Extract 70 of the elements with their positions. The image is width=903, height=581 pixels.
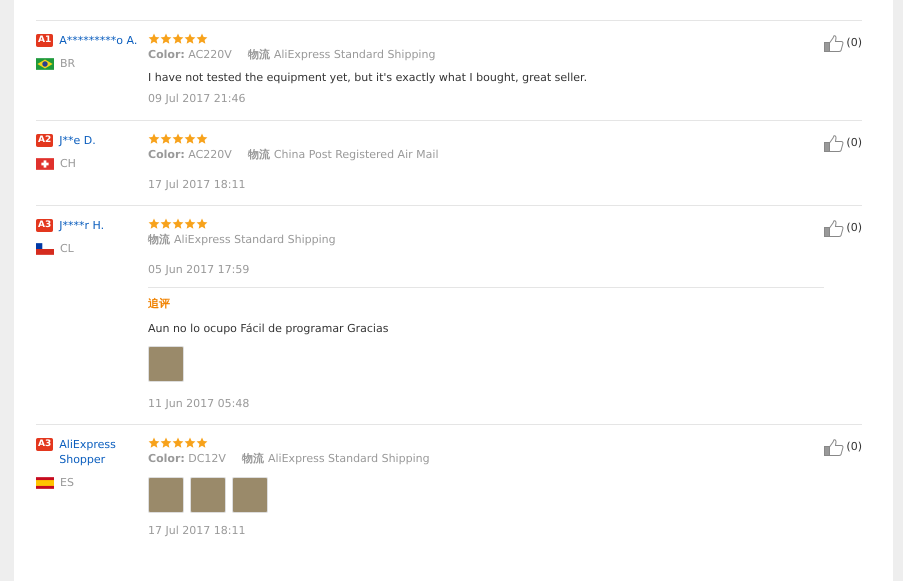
- like-count: (0): [846, 35, 862, 52]
- shipping-method: China Post Registered Air Mail: [274, 148, 438, 161]
- star-icon: [160, 132, 172, 145]
- country-code: CL: [60, 241, 74, 258]
- followup-title: 追评: [148, 296, 171, 312]
- thumbs-up-icon[interactable]: [824, 439, 844, 456]
- reviewer-name[interactable]: AliExpress Shopper: [59, 437, 148, 468]
- like-count: (0): [846, 134, 862, 151]
- star-icon: [184, 132, 196, 145]
- flag-icon: [36, 58, 54, 70]
- thumbs-up-icon[interactable]: [824, 220, 844, 238]
- shipping-label: 物流: [248, 148, 270, 161]
- reviewer-name[interactable]: A*********o A.: [59, 33, 138, 48]
- review-date: 17 Jul 2017 18:11: [148, 522, 246, 539]
- color-label: Color:: [148, 48, 185, 62]
- star-icon: [160, 218, 172, 230]
- color-label: Color:: [148, 148, 185, 161]
- photo-placeholder[interactable]: [190, 477, 226, 514]
- photo-placeholder[interactable]: [148, 346, 184, 382]
- star-icon: [184, 33, 196, 46]
- like-count: (0): [846, 439, 862, 456]
- star-icon: [172, 437, 184, 450]
- shipping-label: 物流: [148, 233, 170, 246]
- star-icon: [196, 437, 208, 450]
- level-badge: A1: [36, 34, 54, 47]
- flag-icon: [36, 158, 54, 170]
- shipping-method: AliExpress Standard Shipping: [274, 48, 436, 62]
- review-date: 05 Jun 2017 17:59: [148, 262, 250, 278]
- shipping-label: 物流: [242, 452, 264, 466]
- review-text: I have not tested the equipment yet, but it's exactly what I bought, great seller.: [148, 70, 588, 86]
- flag-icon: [36, 477, 54, 490]
- review-date: 17 Jul 2017 18:11: [148, 176, 246, 193]
- reviewer-name[interactable]: J**e D.: [59, 132, 96, 148]
- color-value: AC220V: [188, 148, 232, 161]
- star-icon: [160, 33, 172, 46]
- star-icon: [196, 132, 208, 145]
- star-icon: [184, 218, 196, 230]
- star-icon: [172, 218, 184, 230]
- review-date: 11 Jun 2017 05:48: [148, 396, 250, 412]
- star-icon: [148, 437, 160, 450]
- star-icon: [148, 132, 160, 145]
- star-icon: [160, 437, 172, 450]
- thumbs-up-icon[interactable]: [824, 35, 844, 52]
- shipping-method: AliExpress Standard Shipping: [268, 452, 430, 466]
- photo-placeholder[interactable]: [148, 477, 184, 514]
- photo-placeholder[interactable]: [232, 477, 268, 514]
- star-icon: [196, 33, 208, 46]
- review-text: Aun no lo ocupo Fácil de programar Gracias: [148, 321, 390, 338]
- level-badge: A2: [36, 134, 54, 147]
- color-value: AC220V: [188, 48, 232, 62]
- review-date: 09 Jul 2017 21:46: [148, 91, 246, 108]
- star-icon: [184, 437, 196, 450]
- like-count: (0): [846, 220, 862, 236]
- shipping-method: AliExpress Standard Shipping: [174, 233, 336, 246]
- level-badge: A3: [36, 438, 54, 452]
- country-code: BR: [60, 56, 76, 72]
- flag-icon: [36, 243, 54, 256]
- shipping-label: 物流: [248, 48, 270, 62]
- star-icon: [196, 218, 208, 230]
- star-icon: [172, 132, 184, 145]
- star-icon: [148, 218, 160, 230]
- level-badge: A3: [36, 219, 54, 232]
- star-icon: [172, 33, 184, 46]
- color-value: DC12V: [188, 452, 226, 466]
- reviewer-name[interactable]: J****r H.: [59, 218, 104, 234]
- country-code: ES: [60, 475, 74, 492]
- country-code: CH: [60, 156, 76, 172]
- thumbs-up-icon[interactable]: [824, 134, 844, 152]
- star-icon: [148, 33, 160, 46]
- color-label: Color:: [148, 452, 185, 466]
